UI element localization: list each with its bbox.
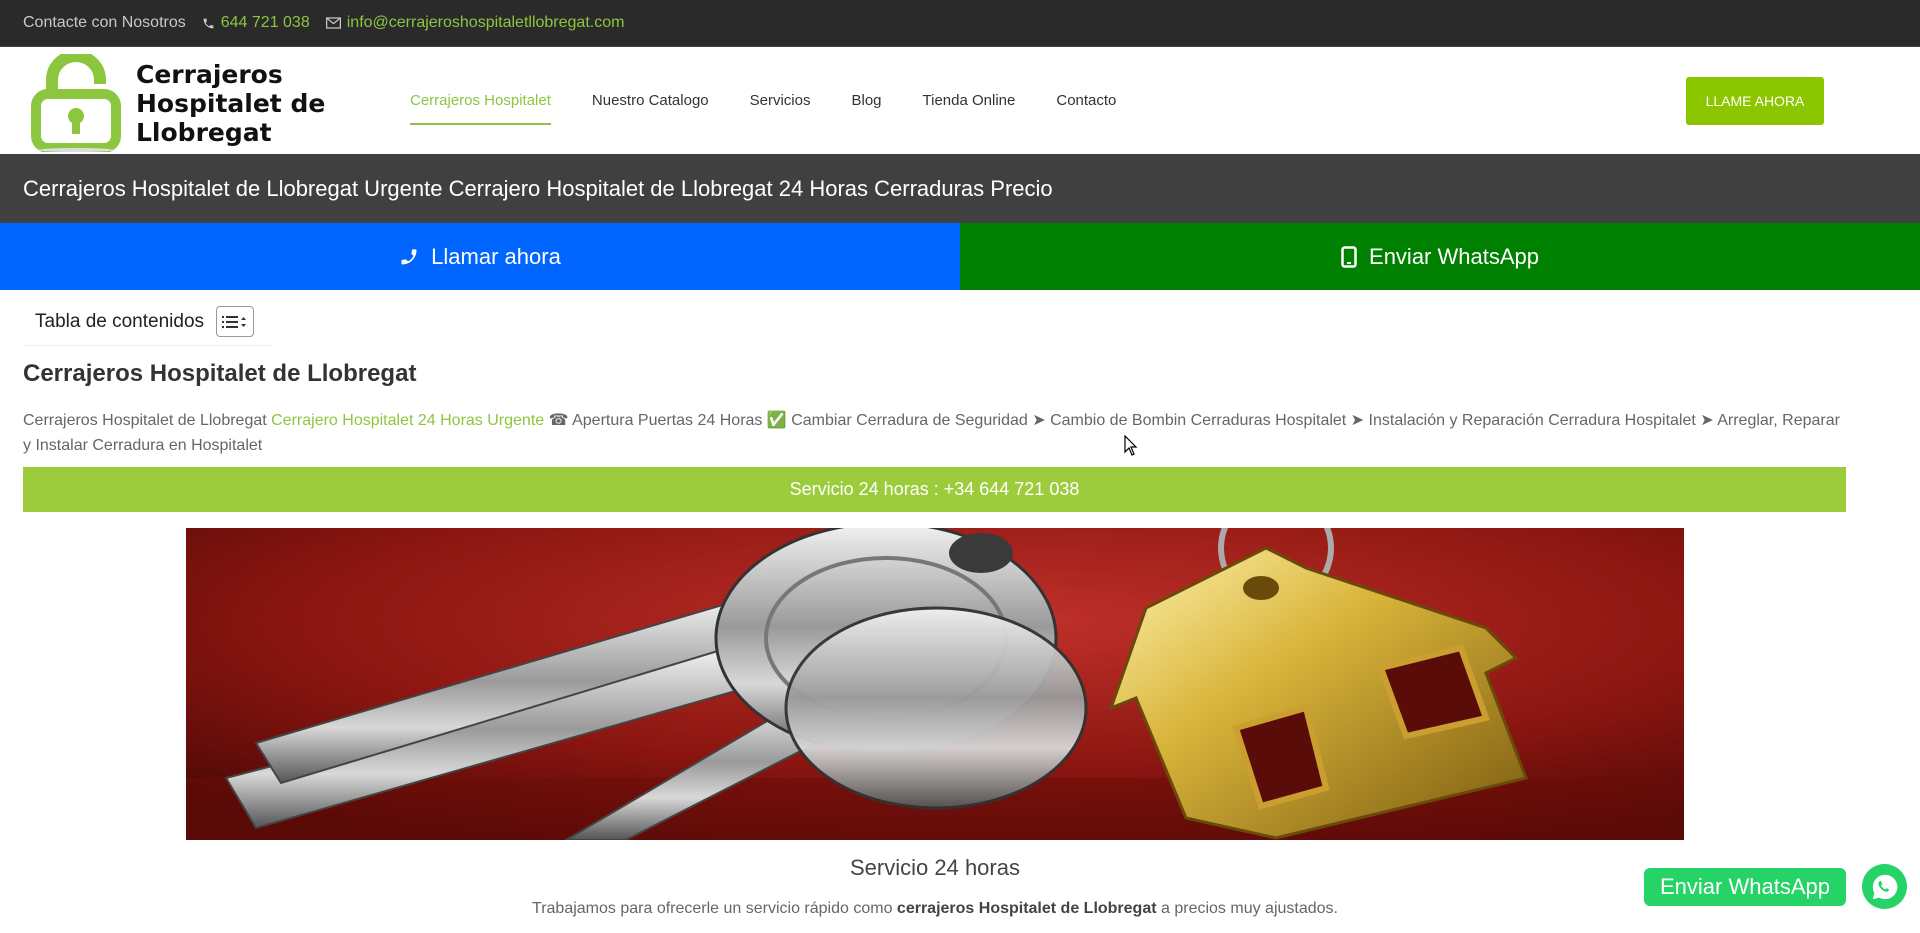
desc-bold: cerrajeros Hospitalet de Llobregat [896,900,1157,917]
nav-item-cerrajeros-hospitalet[interactable]: Cerrajeros Hospitalet [410,82,551,125]
phone-icon [203,18,214,28]
nav-item-contacto[interactable]: Contacto [1056,82,1116,119]
table-of-contents: Tabla de contenidos [23,298,273,346]
toc-toggle-button[interactable] [216,306,255,337]
call-now-label: Llamar ahora [431,243,561,269]
logo-text: Cerrajeros Hospitalet de Llobregat [136,59,326,147]
send-whatsapp-label: Enviar WhatsApp [1369,243,1539,269]
service-24h-button[interactable]: Servicio 24 horas : +34 644 721 038 [23,467,1846,512]
phone-text: 644 721 038 [220,14,310,31]
toc-title: Tabla de contenidos [35,310,205,332]
floating-whatsapp-button[interactable]: Enviar WhatsApp [1644,868,1846,906]
email-text: info@cerrajeroshospitaletllobregat.com [346,14,625,31]
hero-keys-image [186,528,1684,840]
desc-suffix: a precios muy ajustados. [1156,900,1338,917]
desc-prefix: Trabajamos para ofrecerle un servicio rá… [532,900,897,917]
intro-link[interactable]: Cerrajero Hospitalet 24 Horas Urgente [271,412,544,429]
contact-action-bar: Llamar ahora Enviar WhatsApp [0,223,1920,290]
nav-item-tienda-online[interactable]: Tienda Online [923,82,1016,119]
description-paragraph: Trabajamos para ofrecerle un servicio rá… [0,900,1870,918]
call-now-bar-button[interactable]: Llamar ahora [0,223,960,290]
whatsapp-icon [1872,874,1897,899]
mouse-cursor-icon [1124,435,1138,456]
nav-item-servicios[interactable]: Servicios [750,82,811,119]
intro-prefix: Cerrajeros Hospitalet de Llobregat [23,412,272,429]
send-whatsapp-bar-button[interactable]: Enviar WhatsApp [960,223,1920,290]
phone-icon [401,248,417,264]
main-content: Cerrajeros Hospitalet de Llobregat Cerra… [23,360,1846,458]
page-title-bar: Cerrajeros Hospitalet de Llobregat Urgen… [0,154,1920,223]
site-header: Cerrajeros Hospitalet de Llobregat Cerra… [0,47,1920,154]
nav-item-blog[interactable]: Blog [851,82,881,119]
nav-item-nuestro-catalogo[interactable]: Nuestro Catalogo [592,82,709,119]
list-icon [222,315,247,328]
intro-paragraph: Cerrajeros Hospitalet de Llobregat Cerra… [23,408,1846,458]
site-logo[interactable]: Cerrajeros Hospitalet de Llobregat [30,54,361,152]
image-caption: Servicio 24 horas [850,855,1020,880]
mobile-phone-icon [1341,245,1357,268]
contact-text: Contacte con Nosotros [23,14,186,31]
section-heading: Cerrajeros Hospitalet de Llobregat [23,360,417,387]
top-contact-bar: Contacte con Nosotros 644 721 038 info@c… [0,0,1920,47]
phone-link[interactable]: 644 721 038 [202,14,310,32]
call-now-button[interactable]: LLAME AHORA [1686,77,1824,125]
main-nav: Cerrajeros Hospitalet Nuestro Catalogo S… [410,47,1157,154]
envelope-icon [325,17,341,29]
page-title: Cerrajeros Hospitalet de Llobregat Urgen… [23,175,1053,201]
email-link[interactable]: info@cerrajeroshospitaletllobregat.com [325,14,625,32]
padlock-icon [31,54,121,152]
whatsapp-chat-button[interactable] [1862,864,1907,909]
